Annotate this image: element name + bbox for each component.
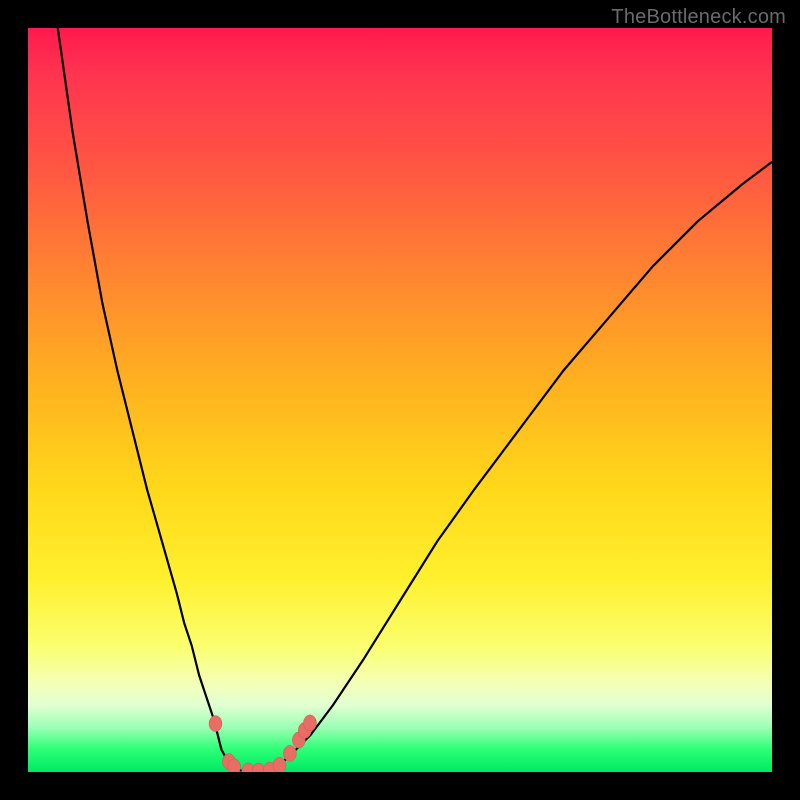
data-point-marker [228,759,241,772]
curve-path [58,28,772,772]
data-point-marker [303,715,316,731]
curve-markers [209,715,316,772]
watermark-text: TheBottleneck.com [611,6,786,29]
bottleneck-curve [28,28,772,772]
data-point-marker [283,745,296,761]
data-point-marker [209,716,222,732]
data-point-marker [273,757,286,772]
chart-plot-area [28,28,772,772]
chart-frame: TheBottleneck.com [0,0,800,800]
